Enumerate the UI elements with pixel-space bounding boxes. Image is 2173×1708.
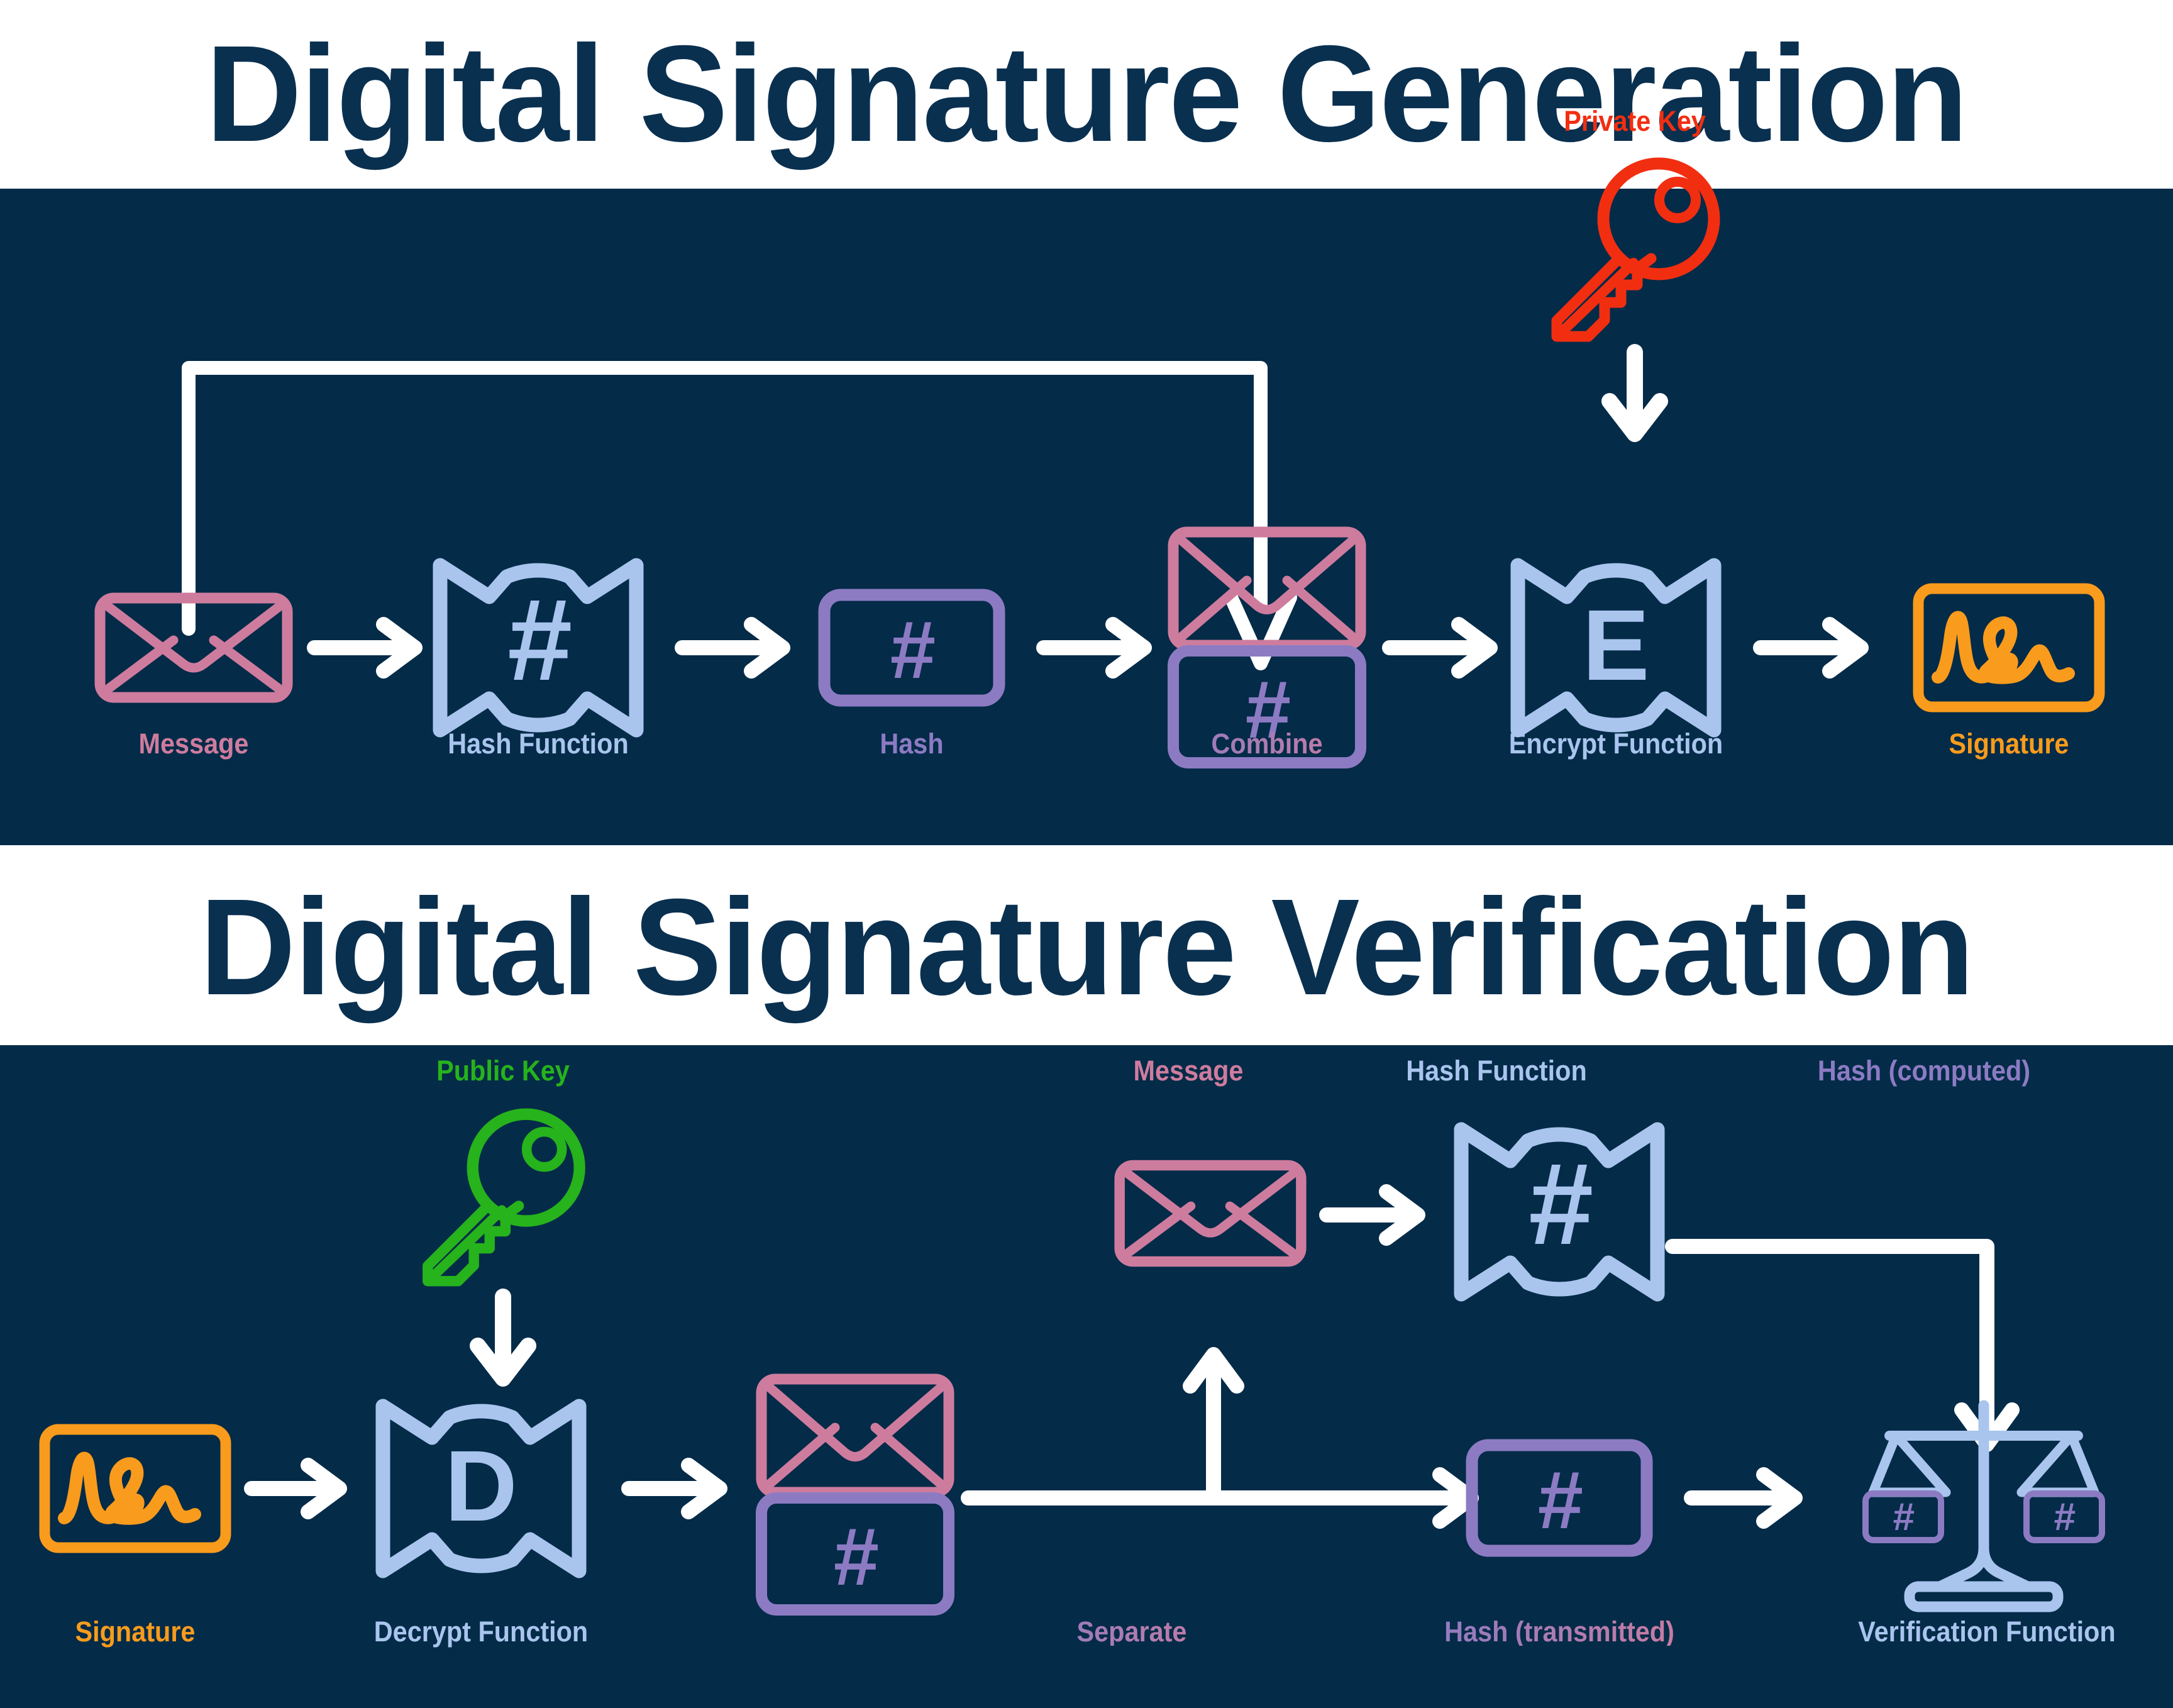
page-title-verification: Digital Signature Verification — [199, 871, 1975, 1024]
generation-title-band: Digital Signature Generation — [0, 0, 2173, 189]
generation-panel: Message # Hash Function # Hash # Combine… — [0, 107, 2173, 845]
hash-glyph: # — [1537, 1454, 1583, 1546]
page-title-generation: Digital Signature Generation — [206, 18, 1969, 170]
step-signature-verification[interactable] — [38, 1422, 233, 1555]
hash-box-icon: # — [818, 589, 1005, 707]
encrypt-function-icon: E — [1510, 558, 1722, 738]
step-hash[interactable]: # — [817, 588, 1006, 707]
signature-icon — [39, 1424, 231, 1553]
hash-glyph: # — [1527, 1140, 1592, 1269]
step-hash-transmitted[interactable]: # — [1465, 1438, 1654, 1558]
step-separate[interactable]: # — [755, 1372, 956, 1617]
hash-box-icon: # — [1466, 1439, 1653, 1557]
caption-separate: Separate — [1016, 1617, 1247, 1646]
hash-glyph: # — [506, 575, 571, 705]
caption-signature-verification: Signature — [75, 1616, 196, 1648]
caption-hash-function: Hash Function — [448, 728, 629, 760]
caption-message: Message — [138, 728, 249, 760]
step-verification-function[interactable]: # # — [1852, 1400, 2116, 1652]
caption-decrypt-function: Decrypt Function — [373, 1616, 589, 1648]
hash-glyph: # — [832, 1511, 878, 1602]
hash-glyph: # — [889, 604, 935, 696]
key-icon — [423, 1108, 585, 1287]
verification-title-band: Digital Signature Verification — [0, 850, 2173, 1045]
arrow-hash-to-combine — [1036, 617, 1152, 679]
caption-message-verification: Message — [1133, 1055, 1244, 1087]
arrow-hash-transmitted-to-verification-function — [1684, 1467, 1803, 1529]
caption-encrypt-function: Encrypt Function — [1508, 728, 1723, 760]
decrypt-function-icon: D — [375, 1399, 587, 1578]
arrow-combine-to-encrypt-function — [1382, 617, 1498, 679]
decrypt-glyph: D — [445, 1429, 517, 1542]
diagram-canvas: Digital Signature Generation Message # H… — [0, 0, 2173, 1708]
step-decrypt-function[interactable]: D — [374, 1397, 588, 1580]
caption-public-key: Public Key — [436, 1055, 570, 1087]
caption-combine: Combine — [1151, 729, 1383, 758]
arrow-message-to-hash-function — [307, 617, 423, 679]
step-hash-function[interactable]: # — [431, 557, 645, 739]
arrow-message-to-hash-function-verification — [1319, 1184, 1425, 1246]
hash-function-icon: # — [1454, 1122, 1665, 1302]
arrow-private-key-to-encrypt-function — [1601, 344, 1668, 442]
hash-glyph-right: # — [2054, 1495, 2076, 1539]
step-message-verification[interactable] — [1113, 1158, 1308, 1268]
encrypt-glyph: E — [1583, 589, 1650, 701]
balance-scale-icon: # # — [1862, 1400, 2105, 1612]
signature-icon — [1913, 583, 2105, 713]
caption-signature: Signature — [1949, 728, 2069, 760]
envelope-icon — [94, 592, 293, 703]
private-key[interactable] — [1528, 157, 1742, 342]
caption-hash: Hash — [880, 728, 944, 760]
caption-hash-function-verification: Hash Function — [1406, 1055, 1587, 1087]
step-hash-function-verification[interactable]: # — [1452, 1121, 1666, 1303]
caption-hash-transmitted: Hash (transmitted) — [1415, 1617, 1704, 1646]
step-message[interactable] — [93, 591, 294, 704]
combine-icon: # — [756, 1373, 954, 1616]
arrow-public-key-to-decrypt-function — [470, 1289, 536, 1387]
hash-function-icon: # — [433, 558, 644, 738]
feedback-arrow-message-to-combine — [182, 361, 1297, 670]
arrow-encrypt-function-to-signature — [1753, 617, 1869, 679]
key-icon — [1551, 157, 1720, 342]
arrow-hash-function-to-hash — [675, 617, 790, 679]
verification-panel: Public Key Signature D Decrypt Function … — [0, 1045, 2173, 1708]
arrow-decrypt-function-to-separate — [621, 1458, 727, 1519]
arrow-signature-to-decrypt-function — [244, 1458, 347, 1519]
caption-private-key: Private Key — [1564, 105, 1706, 137]
envelope-icon — [1114, 1160, 1307, 1267]
caption-hash-computed: Hash (computed) — [1817, 1055, 2031, 1087]
caption-verification-function: Verification Function — [1858, 1616, 2116, 1648]
hash-glyph-left: # — [1893, 1495, 1915, 1539]
step-encrypt-function[interactable]: E — [1509, 557, 1723, 739]
step-signature[interactable] — [1911, 582, 2106, 714]
public-key[interactable] — [399, 1108, 607, 1287]
